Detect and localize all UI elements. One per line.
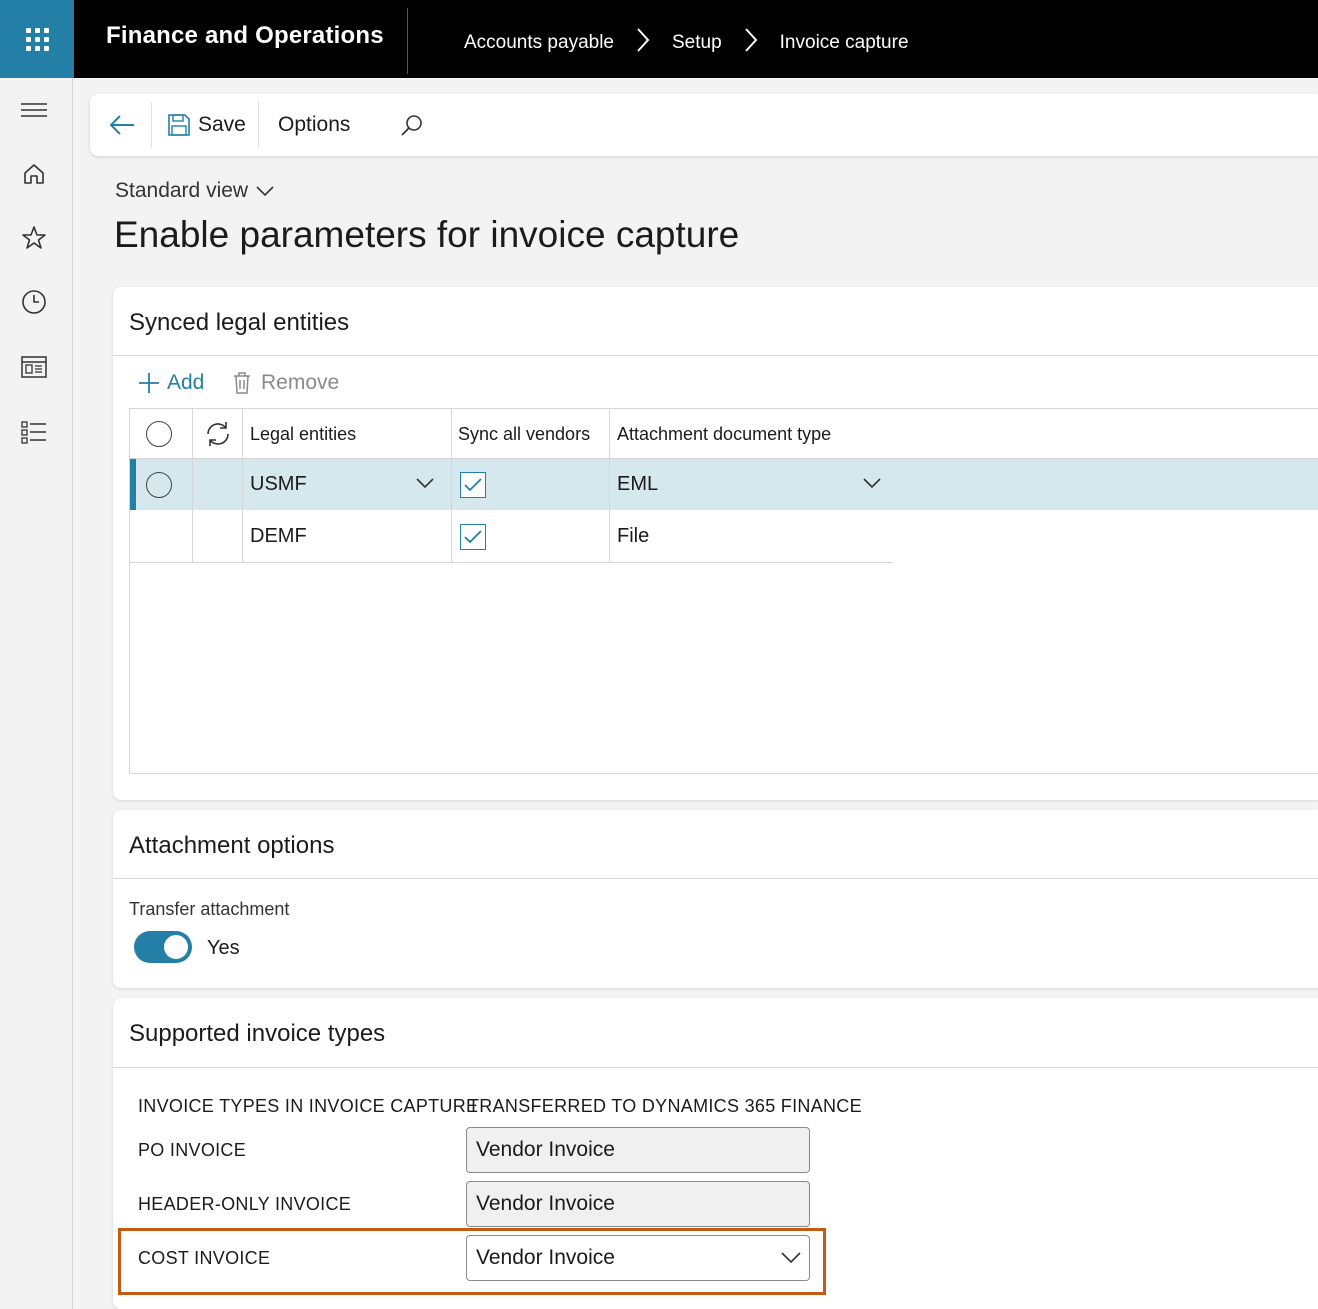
- row-select-radio[interactable]: [146, 471, 172, 499]
- legal-entity-dropdown[interactable]: USMF: [250, 459, 440, 510]
- invoice-type-label: PO INVOICE: [138, 1140, 247, 1160]
- search-icon: [401, 115, 422, 136]
- divider: [113, 878, 1318, 879]
- breadcrumb-setup[interactable]: Setup: [672, 32, 722, 54]
- remove-button[interactable]: Remove: [233, 367, 339, 399]
- breadcrumb: Accounts payable Setup Invoice capture: [464, 27, 909, 59]
- divider: [609, 459, 610, 510]
- legal-entity-value[interactable]: DEMF: [250, 510, 307, 562]
- column-header-transferred: TRANSFERRED TO DYNAMICS 365 FINANCE: [468, 1096, 862, 1116]
- selection-indicator: [130, 459, 136, 510]
- chevron-down-icon: [416, 477, 434, 489]
- workspaces-icon[interactable]: [20, 353, 48, 381]
- legal-entities-grid: Legal entities Sync all vendors Attachme…: [129, 408, 1318, 774]
- view-label: Standard view: [115, 179, 249, 202]
- document-type-value[interactable]: File: [617, 510, 649, 562]
- save-button[interactable]: Save: [168, 94, 246, 156]
- home-icon[interactable]: [20, 160, 48, 188]
- checkmark-icon: [464, 530, 482, 544]
- column-header-invoice-types: INVOICE TYPES IN INVOICE CAPTURE: [138, 1096, 479, 1116]
- transfer-attachment-label: Transfer attachment: [129, 899, 290, 919]
- recent-clock-icon[interactable]: [20, 288, 48, 316]
- table-row[interactable]: DEMF File: [130, 510, 893, 563]
- divider: [407, 8, 408, 74]
- document-type-value: EML: [617, 473, 659, 495]
- search-button[interactable]: [400, 94, 424, 156]
- toggle-value: Yes: [207, 937, 240, 959]
- add-label: Add: [167, 371, 205, 394]
- transfer-attachment-toggle[interactable]: [134, 931, 192, 963]
- select-all-radio[interactable]: [146, 419, 172, 449]
- divider: [258, 102, 259, 148]
- table-row[interactable]: USMF EML: [130, 459, 1318, 510]
- divider: [451, 459, 452, 510]
- favorites-star-icon[interactable]: [20, 224, 48, 252]
- chevron-down-icon: [256, 185, 274, 197]
- attachment-options-section: Attachment options Transfer attachment Y…: [113, 810, 1318, 988]
- save-label: Save: [198, 113, 246, 136]
- column-header-legal-entities[interactable]: Legal entities: [250, 419, 356, 449]
- divider: [151, 102, 152, 148]
- section-title[interactable]: Supported invoice types: [129, 1020, 385, 1048]
- section-title[interactable]: Synced legal entities: [129, 309, 349, 337]
- modules-list-icon[interactable]: [20, 418, 48, 446]
- trash-icon: [234, 372, 250, 394]
- action-pane: Save Options: [90, 94, 1318, 156]
- add-button[interactable]: Add: [137, 367, 204, 399]
- hamburger-menu-icon[interactable]: [20, 96, 48, 124]
- back-button[interactable]: [108, 94, 136, 156]
- divider: [113, 1067, 1318, 1068]
- column-header-attachment-document-type[interactable]: Attachment document type: [617, 419, 831, 449]
- save-icon: [168, 114, 190, 136]
- chevron-down-icon: [863, 477, 881, 489]
- invoice-type-label: HEADER-ONLY INVOICE: [138, 1194, 352, 1214]
- breadcrumb-invoice-capture[interactable]: Invoice capture: [780, 32, 909, 54]
- app-title[interactable]: Finance and Operations: [106, 22, 384, 50]
- sync-all-vendors-checkbox[interactable]: [460, 471, 486, 499]
- synced-legal-entities-section: Synced legal entities Add Remove Legal e…: [113, 287, 1318, 800]
- refresh-icon[interactable]: [204, 419, 232, 449]
- top-bar: Finance and Operations Accounts payable …: [0, 0, 1318, 78]
- divider: [113, 355, 1318, 356]
- remove-label: Remove: [261, 371, 340, 394]
- view-selector[interactable]: Standard view: [115, 179, 274, 203]
- divider: [192, 459, 193, 510]
- waffle-icon: [25, 27, 49, 51]
- page-title: Enable parameters for invoice capture: [114, 214, 740, 255]
- sync-all-vendors-checkbox[interactable]: [460, 523, 486, 551]
- legal-entity-value: USMF: [250, 473, 307, 495]
- options-tab[interactable]: Options: [278, 94, 350, 156]
- navigation-sidebar: [0, 78, 73, 1309]
- app-launcher-button[interactable]: [0, 0, 74, 78]
- checkmark-icon: [464, 478, 482, 492]
- highlight-box: [118, 1228, 826, 1295]
- section-title[interactable]: Attachment options: [129, 832, 334, 860]
- header-only-invoice-field[interactable]: Vendor Invoice: [466, 1181, 810, 1227]
- chevron-right-icon: [636, 27, 650, 59]
- breadcrumb-accounts-payable[interactable]: Accounts payable: [464, 32, 614, 54]
- column-header-sync-all-vendors[interactable]: Sync all vendors: [458, 419, 590, 449]
- chevron-right-icon: [744, 27, 758, 59]
- add-plus-icon: [139, 373, 159, 393]
- divider: [242, 459, 243, 510]
- back-arrow-icon: [109, 115, 134, 135]
- document-type-dropdown[interactable]: EML: [617, 459, 881, 510]
- po-invoice-field[interactable]: Vendor Invoice: [466, 1127, 810, 1173]
